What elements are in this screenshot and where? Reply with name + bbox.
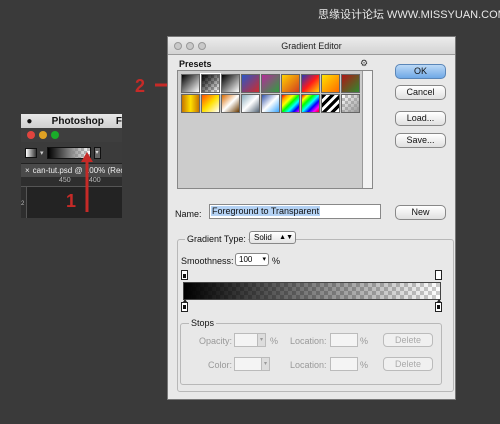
presets-label: Presets: [179, 59, 212, 69]
close-dialog-icon[interactable]: [174, 42, 182, 50]
color-location-unit: %: [360, 360, 369, 370]
gradient-editor-dialog: Gradient Editor Presets ⚙ OK Cancel Load…: [167, 36, 456, 400]
ok-button[interactable]: OK: [395, 64, 446, 79]
new-button[interactable]: New: [395, 205, 446, 220]
color-dropdown-icon: ▾: [261, 357, 270, 371]
close-window-icon[interactable]: [27, 131, 35, 139]
opacity-dropdown-icon: ▾: [257, 333, 266, 347]
document-tab[interactable]: × can-tut.psd @ 100% (Rect: [21, 164, 122, 177]
smoothness-select[interactable]: 100 ▾: [235, 253, 269, 266]
chevron-down-icon: ▾: [262, 256, 266, 263]
preset-swatch[interactable]: [221, 94, 240, 113]
opacity-field: [234, 333, 258, 347]
delete-opacity-stop-button: Delete: [383, 333, 433, 347]
smoothness-unit: %: [272, 256, 281, 266]
opacity-stop-left[interactable]: [181, 270, 188, 280]
color-location-field: [330, 357, 358, 371]
gradient-bar[interactable]: [183, 282, 441, 300]
presets-scrollbar[interactable]: [362, 71, 372, 188]
close-document-icon[interactable]: ×: [25, 166, 30, 175]
color-stop-left[interactable]: [181, 299, 188, 312]
cancel-button[interactable]: Cancel: [395, 85, 446, 100]
window-titlebar: [21, 128, 122, 142]
preset-swatches: [181, 73, 361, 113]
preset-swatch[interactable]: [321, 74, 340, 93]
color-stop-right[interactable]: [435, 299, 442, 312]
opacity-location-label: Location:: [290, 336, 327, 346]
color-swatch-field: [234, 357, 262, 371]
ruler-mark: 450: [59, 177, 71, 184]
dialog-title: Gradient Editor: [281, 41, 342, 51]
apple-icon[interactable]: ●: [21, 116, 38, 127]
opacity-location-unit: %: [360, 336, 369, 346]
gradient-type-label: Gradient Type:: [185, 234, 248, 244]
gradient-type-value: Solid: [254, 233, 272, 242]
preset-swatch[interactable]: [301, 74, 320, 93]
opacity-stop-right[interactable]: [435, 270, 442, 280]
annotation-label-2: 2: [135, 76, 146, 96]
presets-panel: [177, 70, 373, 189]
preset-swatch[interactable]: [341, 94, 360, 113]
delete-color-stop-button: Delete: [383, 357, 433, 371]
opacity-label: Opacity:: [199, 336, 233, 346]
preset-swatch[interactable]: [181, 94, 200, 113]
gradient-type-select[interactable]: Solid ▲▼: [249, 231, 296, 244]
opacity-location-field: [330, 333, 358, 347]
preset-swatch[interactable]: [341, 74, 360, 93]
color-label: Color:: [208, 360, 233, 370]
preset-swatch[interactable]: [181, 74, 200, 93]
annotation-arrow-1: [81, 152, 93, 212]
smoothness-value: 100: [239, 255, 253, 264]
color-location-label: Location:: [290, 360, 327, 370]
preset-swatch[interactable]: [281, 94, 300, 113]
tool-preset-dropdown-icon[interactable]: ▾: [40, 149, 44, 157]
preset-swatch[interactable]: [321, 94, 340, 113]
ruler-mark: 2: [21, 201, 25, 207]
zoom-window-icon[interactable]: [51, 131, 59, 139]
preset-swatch[interactable]: [221, 74, 240, 93]
minimize-dialog-icon[interactable]: [186, 42, 194, 50]
preset-swatch[interactable]: [241, 74, 260, 93]
document-title: can-tut.psd @ 100% (Rect: [32, 166, 122, 175]
menu-file[interactable]: F: [116, 116, 122, 127]
smoothness-label: Smoothness:: [181, 256, 234, 266]
stops-label: Stops: [189, 318, 217, 328]
select-arrows-icon: ▲▼: [279, 234, 293, 241]
dialog-titlebar: Gradient Editor: [168, 37, 455, 55]
app-menu-photoshop[interactable]: Photoshop: [52, 116, 104, 127]
gradient-tool-icon[interactable]: [25, 147, 37, 158]
preset-swatch[interactable]: [200, 73, 221, 94]
preset-swatch[interactable]: [281, 74, 300, 93]
gear-icon[interactable]: ⚙: [360, 58, 368, 69]
name-field-value: Foreground to Transparent: [211, 206, 321, 216]
options-bar: ▾ ▾: [21, 142, 122, 164]
name-field[interactable]: Foreground to Transparent: [209, 204, 381, 219]
minimize-window-icon[interactable]: [39, 131, 47, 139]
opacity-unit: %: [270, 336, 279, 346]
watermark: 思缘设计论坛 WWW.MISSYUAN.COM: [318, 9, 500, 21]
annotation-label-1: 1: [66, 191, 77, 211]
preset-swatch[interactable]: [241, 94, 260, 113]
menu-bar: ● Photoshop F: [21, 114, 122, 128]
save-button[interactable]: Save...: [395, 133, 446, 148]
preset-swatch[interactable]: [301, 94, 320, 113]
horizontal-ruler: 450 400: [21, 177, 122, 187]
preset-swatch[interactable]: [261, 94, 280, 113]
load-button[interactable]: Load...: [395, 111, 446, 126]
preset-swatch[interactable]: [201, 94, 220, 113]
preset-swatch[interactable]: [261, 74, 280, 93]
vertical-ruler: 2: [21, 187, 27, 218]
zoom-dialog-icon[interactable]: [198, 42, 206, 50]
name-label: Name:: [175, 209, 202, 219]
